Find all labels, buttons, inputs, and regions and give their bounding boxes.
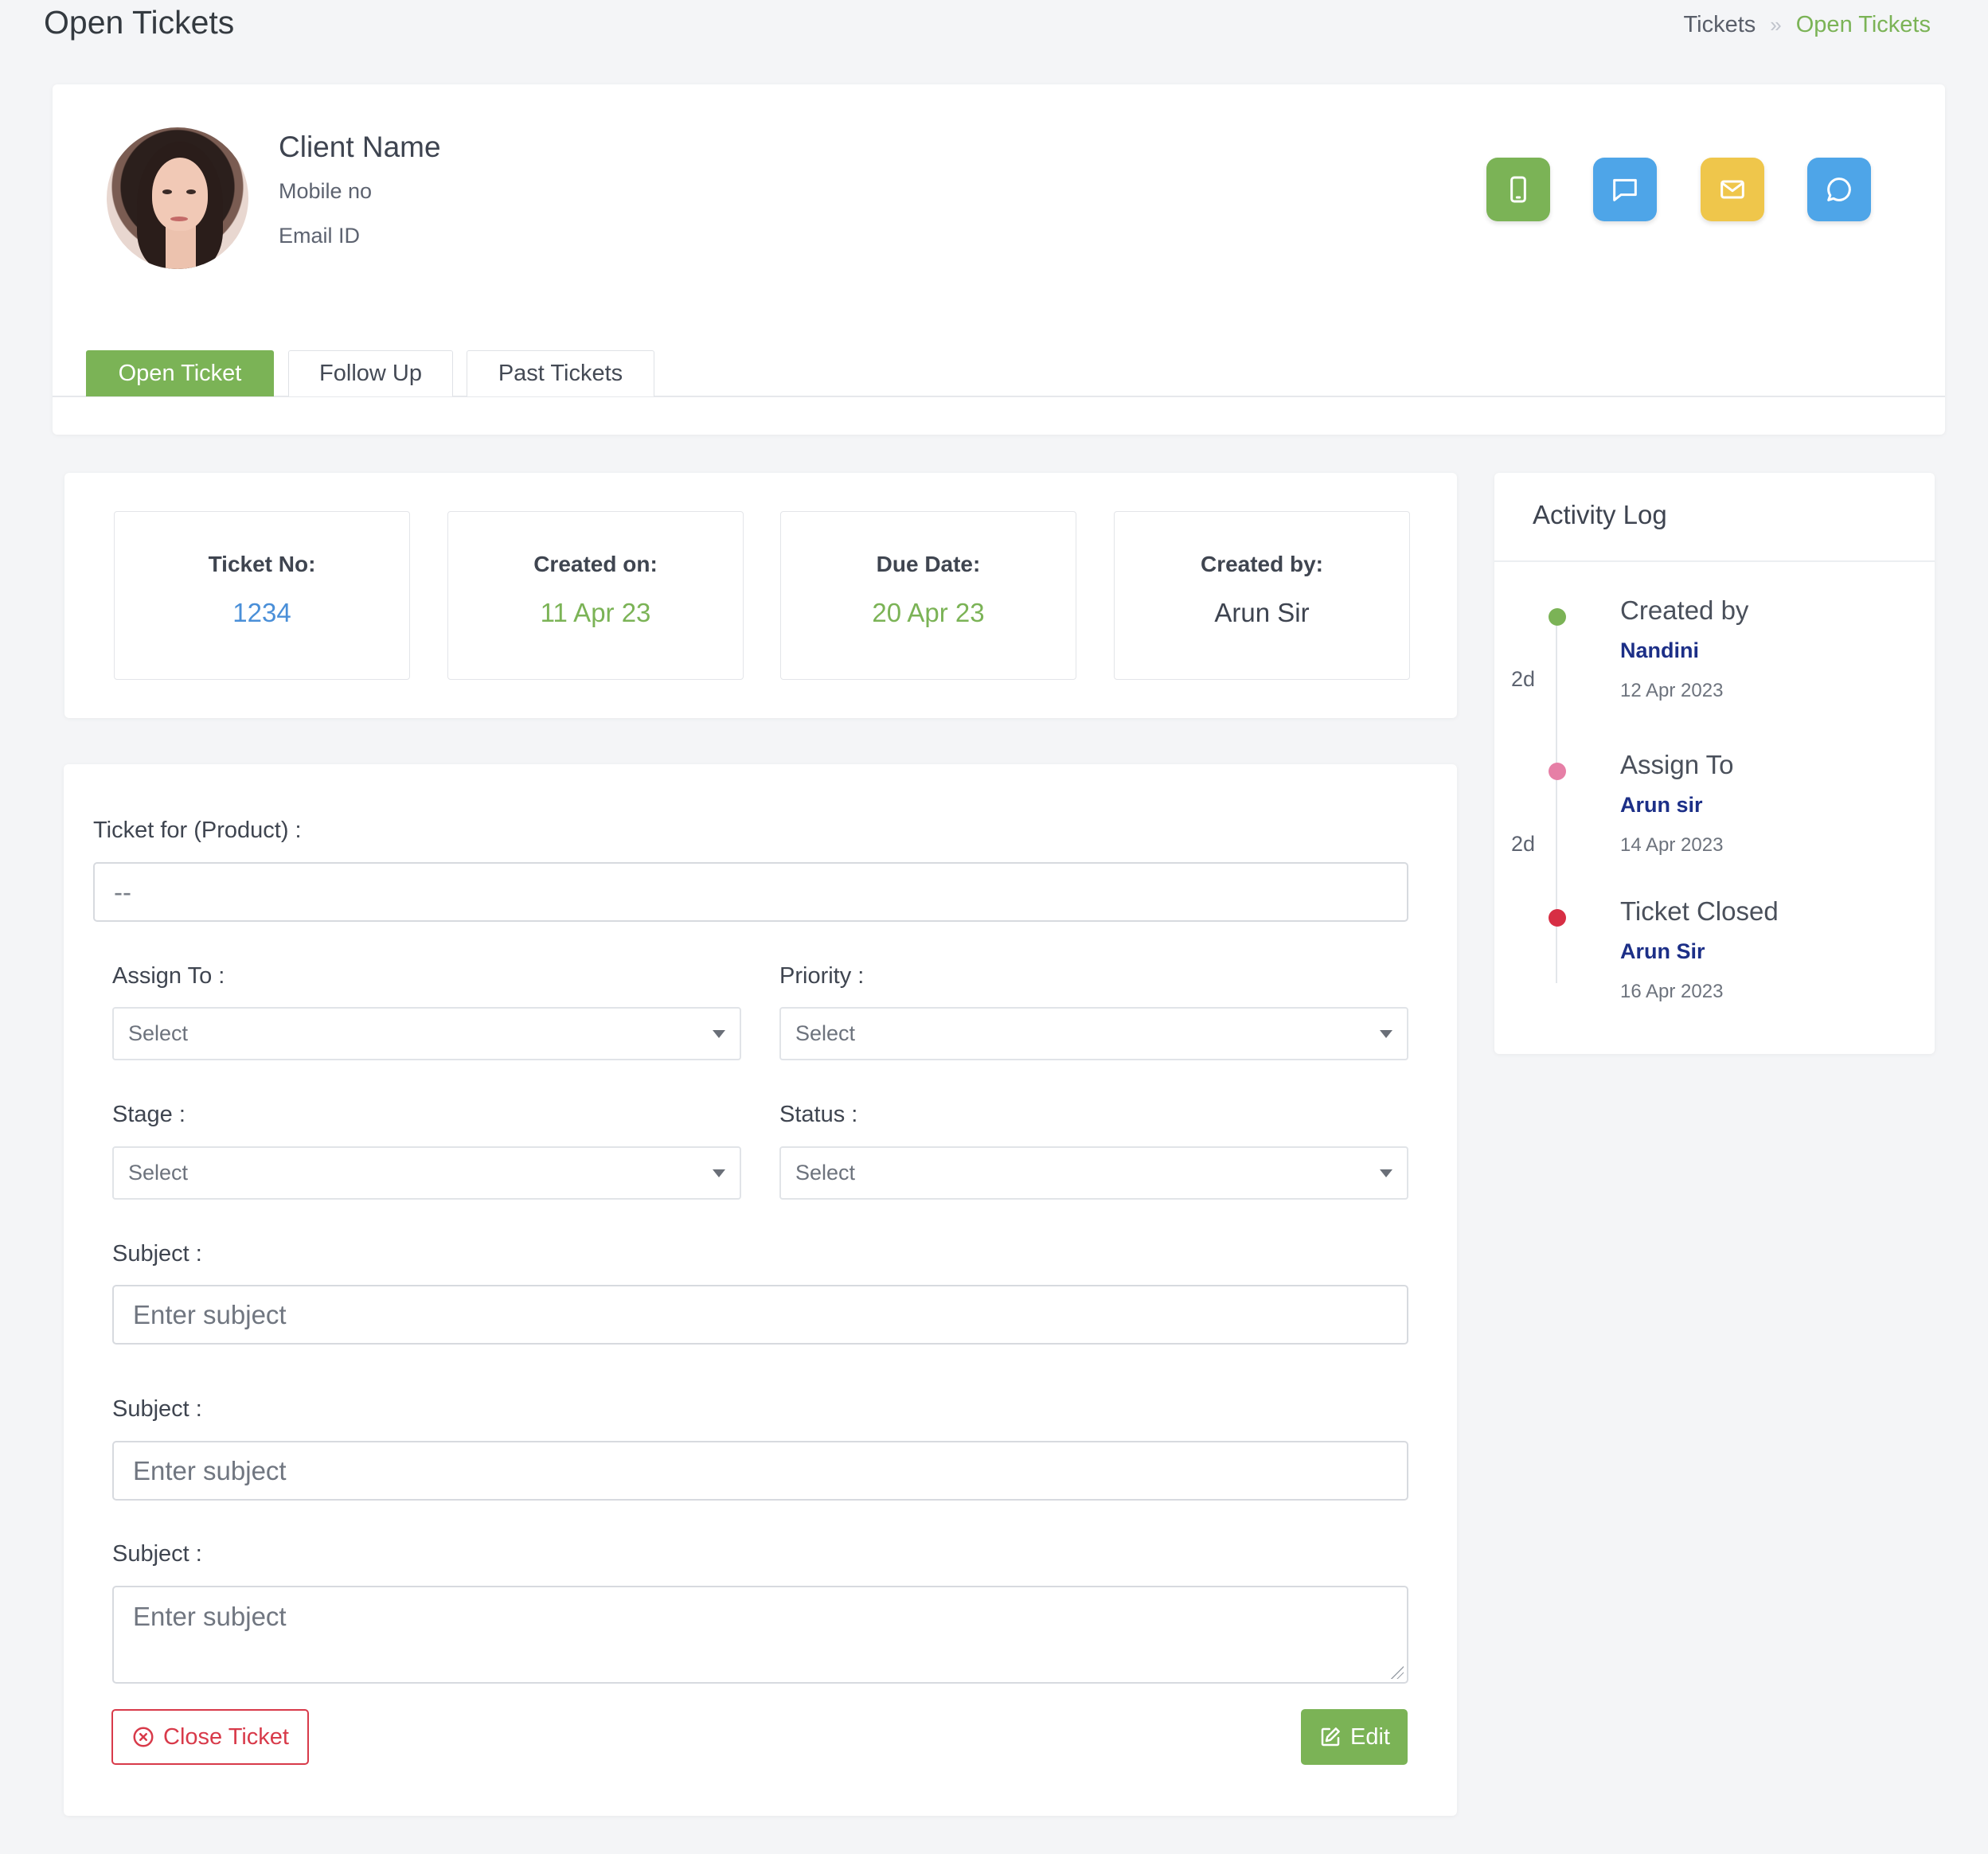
subject-textarea-placeholder: Enter subject <box>133 1602 287 1631</box>
close-circle-icon <box>133 1727 154 1747</box>
priority-label: Priority : <box>779 963 865 989</box>
product-label: Ticket for (Product) : <box>93 818 302 843</box>
log-entry-user: Arun Sir <box>1620 939 1705 963</box>
breadcrumb-separator-icon: » <box>1770 13 1782 37</box>
edit-label: Edit <box>1350 1723 1390 1750</box>
breadcrumb: Tickets » Open Tickets <box>1684 12 1931 38</box>
client-name: Client Name <box>279 131 441 163</box>
log-gap-label: 2d <box>1511 832 1536 856</box>
mail-icon <box>1720 180 1744 199</box>
timeline-dot-closed <box>1549 909 1566 927</box>
chevron-down-icon <box>713 1029 725 1038</box>
stage-value: Select <box>128 1161 189 1185</box>
assign-to-select[interactable]: Select <box>112 1007 741 1060</box>
created-by-box: Created by: Arun Sir <box>1114 511 1410 680</box>
priority-select[interactable]: Select <box>779 1007 1408 1060</box>
stage-select[interactable]: Select <box>112 1146 741 1200</box>
log-entry-date: 14 Apr 2023 <box>1620 834 1724 856</box>
log-entry-user: Nandini <box>1620 638 1699 662</box>
sms-icon <box>1613 178 1637 201</box>
log-gap-label: 2d <box>1511 667 1536 691</box>
resize-handle-icon[interactable] <box>1391 1666 1404 1679</box>
created-on-label: Created on: <box>533 552 658 576</box>
subject-input-1[interactable]: Enter subject <box>112 1285 1408 1345</box>
log-entry-date: 16 Apr 2023 <box>1620 981 1724 1002</box>
chat-icon <box>1827 178 1851 201</box>
close-ticket-label: Close Ticket <box>163 1723 289 1750</box>
status-value: Select <box>795 1161 856 1185</box>
ticket-number-value: 1234 <box>232 598 291 627</box>
due-date-value: 20 Apr 23 <box>872 598 985 627</box>
timeline-dot-assign <box>1549 763 1566 780</box>
timeline-dot-created <box>1549 608 1566 626</box>
priority-value: Select <box>795 1021 856 1045</box>
chevron-down-icon <box>1380 1029 1392 1038</box>
created-by-label: Created by: <box>1200 552 1324 576</box>
subject-label-2: Subject : <box>112 1396 202 1422</box>
tab-open-ticket[interactable]: Open Ticket <box>86 350 274 396</box>
ticket-number-label: Ticket No: <box>208 552 316 576</box>
tab-follow-up[interactable]: Follow Up <box>288 350 453 396</box>
log-entry-user: Arun sir <box>1620 793 1703 817</box>
tab-past-tickets[interactable]: Past Tickets <box>467 350 654 396</box>
activity-log-title: Activity Log <box>1533 500 1667 529</box>
close-ticket-button[interactable]: Close Ticket <box>111 1709 309 1765</box>
subject-textarea[interactable]: Enter subject <box>112 1586 1408 1684</box>
subject-label-1: Subject : <box>112 1241 202 1267</box>
stage-label: Stage : <box>112 1102 186 1127</box>
assign-to-label: Assign To : <box>112 963 225 989</box>
due-date-box: Due Date: 20 Apr 23 <box>780 511 1076 680</box>
mail-button[interactable] <box>1701 158 1764 221</box>
activity-log-divider <box>1494 560 1935 562</box>
breadcrumb-open-tickets: Open Tickets <box>1795 12 1931 37</box>
edit-button[interactable]: Edit <box>1301 1709 1408 1765</box>
subject-input-2[interactable]: Enter subject <box>112 1441 1408 1501</box>
log-entry-title: Assign To <box>1620 750 1734 779</box>
product-input[interactable]: -- <box>93 862 1408 922</box>
assign-to-value: Select <box>128 1021 189 1045</box>
log-entry-date: 12 Apr 2023 <box>1620 680 1724 701</box>
log-entry-title: Created by <box>1620 595 1749 625</box>
client-avatar <box>107 127 248 269</box>
phone-button[interactable] <box>1486 158 1550 221</box>
created-by-value: Arun Sir <box>1214 598 1310 627</box>
log-entry-title: Ticket Closed <box>1620 896 1779 926</box>
chat-button[interactable] <box>1807 158 1871 221</box>
chevron-down-icon <box>713 1169 725 1177</box>
ticket-number-box: Ticket No: 1234 <box>114 511 410 680</box>
subject-label-3: Subject : <box>112 1541 202 1567</box>
created-on-value: 11 Apr 23 <box>540 598 651 627</box>
breadcrumb-tickets[interactable]: Tickets <box>1684 12 1756 38</box>
chevron-down-icon <box>1380 1169 1392 1177</box>
client-mobile: Mobile no <box>279 179 373 203</box>
due-date-label: Due Date: <box>876 552 981 576</box>
status-label: Status : <box>779 1102 858 1127</box>
phone-icon <box>1510 176 1526 203</box>
activity-timeline <box>1556 617 1557 983</box>
status-select[interactable]: Select <box>779 1146 1408 1200</box>
created-on-box: Created on: 11 Apr 23 <box>447 511 744 680</box>
page-title: Open Tickets <box>44 4 235 41</box>
client-email: Email ID <box>279 224 361 248</box>
edit-icon <box>1321 1727 1340 1747</box>
sms-button[interactable] <box>1593 158 1657 221</box>
